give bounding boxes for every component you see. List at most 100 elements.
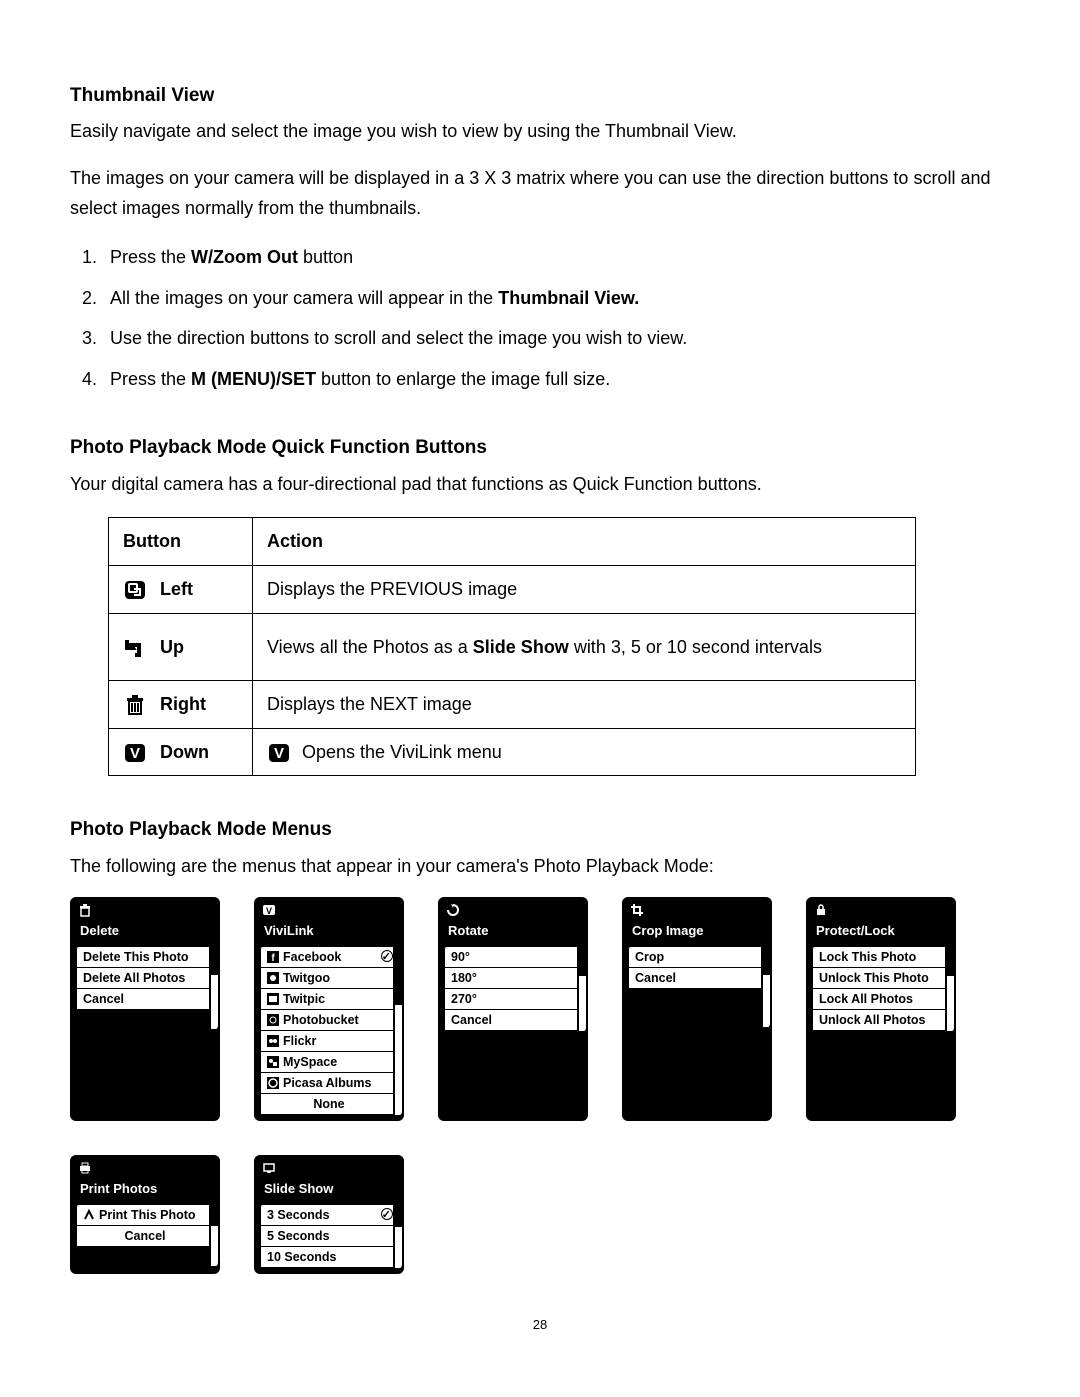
lock-icon	[814, 903, 828, 917]
slideshow-icon	[123, 637, 147, 659]
action-text: with 3, 5 or 10 second intervals	[569, 637, 822, 657]
button-label: Left	[160, 579, 193, 599]
button-label: Up	[160, 637, 184, 657]
menu-item: Cancel	[444, 1010, 582, 1031]
menu-item: Lock All Photos	[812, 989, 950, 1010]
menu-title: Crop Image	[624, 919, 770, 946]
step-1: Press the W/Zoom Out button	[102, 242, 1010, 273]
menu-title: ViviLink	[256, 919, 402, 946]
action-text: Views all the Photos as a	[267, 637, 473, 657]
thumbnail-view-section: Thumbnail View Easily navigate and selec…	[70, 80, 1010, 394]
button-label: Right	[160, 694, 206, 714]
menu-item: 270°	[444, 989, 582, 1010]
svg-text:V: V	[266, 906, 272, 916]
menu-title: Rotate	[440, 919, 586, 946]
menu-item-label: Twitpic	[283, 991, 325, 1007]
menu-item: Cancel	[76, 1226, 214, 1247]
menu-item: Flickr	[260, 1031, 398, 1052]
step-text: Press the	[110, 247, 191, 267]
heading-quick-function: Photo Playback Mode Quick Function Butto…	[70, 432, 1010, 464]
step-bold: Thumbnail View.	[498, 288, 639, 308]
menu-filler	[76, 1247, 214, 1266]
quick-function-table: Button Action Left Displays the PREVIOUS…	[108, 517, 916, 776]
table-row: Right Displays the NEXT image	[109, 681, 916, 729]
step-text: button to enlarge the image full size.	[316, 369, 610, 389]
paragraph: Your digital camera has a four-direction…	[70, 469, 1010, 500]
menu-item: 5 Seconds	[260, 1226, 398, 1247]
table-header-button: Button	[109, 518, 253, 566]
myspace-icon	[267, 1056, 279, 1068]
trash-icon	[123, 693, 147, 717]
menu-item-label: Picasa Albums	[283, 1075, 371, 1091]
step-bold: W/Zoom Out	[191, 247, 298, 267]
table-row: V Down V Opens the ViviLink menu	[109, 728, 916, 776]
svg-text:V: V	[130, 745, 140, 762]
menu-item: 10 Seconds	[260, 1247, 398, 1268]
action-cell: Views all the Photos as a Slide Show wit…	[253, 613, 916, 681]
button-label: Down	[160, 742, 209, 762]
slideshow-icon	[262, 1161, 276, 1175]
action-cell: Displays the PREVIOUS image	[253, 565, 916, 613]
picasa-icon	[267, 1077, 279, 1089]
menu-title: Protect/Lock	[808, 919, 954, 946]
menu-crop: Crop Image Crop Cancel	[622, 897, 772, 1121]
menu-item: None	[260, 1094, 398, 1115]
menu-item: Cancel	[628, 968, 766, 989]
steps-list: Press the W/Zoom Out button All the imag…	[80, 242, 1010, 394]
trash-icon	[78, 903, 92, 917]
menu-item: Crop	[628, 946, 766, 968]
menu-item: Cancel	[76, 989, 214, 1010]
menu-item: Delete This Photo	[76, 946, 214, 968]
printer-icon	[78, 1161, 92, 1175]
heading-thumbnail-view: Thumbnail View	[70, 80, 1010, 112]
step-text: Press the	[110, 369, 191, 389]
menu-item-label: Print This Photo	[99, 1207, 196, 1223]
menu-filler	[628, 989, 766, 1008]
menu-item: 3 Seconds	[260, 1204, 398, 1226]
menu-item-label: Twitgoo	[283, 970, 330, 986]
menu-filler	[628, 1008, 766, 1027]
step-bold: M (MENU)/SET	[191, 369, 316, 389]
flickr-icon	[267, 1035, 279, 1047]
menu-slideshow: Slide Show 3 Seconds 5 Seconds 10 Second…	[254, 1155, 404, 1274]
menu-item-label: Flickr	[283, 1033, 316, 1049]
menu-item: Print This Photo	[76, 1204, 214, 1226]
menu-item: Twitpic	[260, 989, 398, 1010]
menu-rotate: Rotate 90° 180° 270° Cancel	[438, 897, 588, 1121]
menu-item: Unlock This Photo	[812, 968, 950, 989]
action-bold: Slide Show	[473, 637, 569, 657]
menu-protect: Protect/Lock Lock This Photo Unlock This…	[806, 897, 956, 1121]
table-row: Up Views all the Photos as a Slide Show …	[109, 613, 916, 681]
photobucket-icon	[267, 1014, 279, 1026]
step-3: Use the direction buttons to scroll and …	[102, 323, 1010, 354]
vivilink-icon: V	[267, 742, 291, 764]
action-text: Opens the ViviLink menu	[302, 742, 502, 762]
menu-delete: Delete Delete This Photo Delete All Phot…	[70, 897, 220, 1121]
menu-title: Slide Show	[256, 1177, 402, 1204]
table-header-action: Action	[253, 518, 916, 566]
print-one-icon	[83, 1209, 95, 1221]
step-text: All the images on your camera will appea…	[110, 288, 498, 308]
menu-item-label: MySpace	[283, 1054, 337, 1070]
action-cell: Displays the NEXT image	[253, 681, 916, 729]
menu-item: Picasa Albums	[260, 1073, 398, 1094]
heading-playback-menus: Photo Playback Mode Menus	[70, 814, 1010, 846]
step-4: Press the M (MENU)/SET button to enlarge…	[102, 364, 1010, 395]
menu-item: fFacebook	[260, 946, 398, 968]
quick-function-section: Photo Playback Mode Quick Function Butto…	[70, 432, 1010, 776]
menu-item: MySpace	[260, 1052, 398, 1073]
menu-filler	[76, 1010, 214, 1029]
menu-item-label: Facebook	[283, 949, 341, 965]
paragraph: The images on your camera will be displa…	[70, 163, 1010, 224]
page-number: 28	[70, 1314, 1010, 1336]
table-row: Left Displays the PREVIOUS image	[109, 565, 916, 613]
vivilink-icon: V	[262, 903, 276, 917]
crop-icon	[630, 903, 644, 917]
menu-item: Twitgoo	[260, 968, 398, 989]
rotate-icon	[446, 903, 460, 917]
menu-item: Lock This Photo	[812, 946, 950, 968]
previous-icon	[123, 579, 147, 601]
menu-print: Print Photos Print This Photo Cancel	[70, 1155, 220, 1274]
paragraph: The following are the menus that appear …	[70, 851, 1010, 882]
twitgoo-icon	[267, 972, 279, 984]
